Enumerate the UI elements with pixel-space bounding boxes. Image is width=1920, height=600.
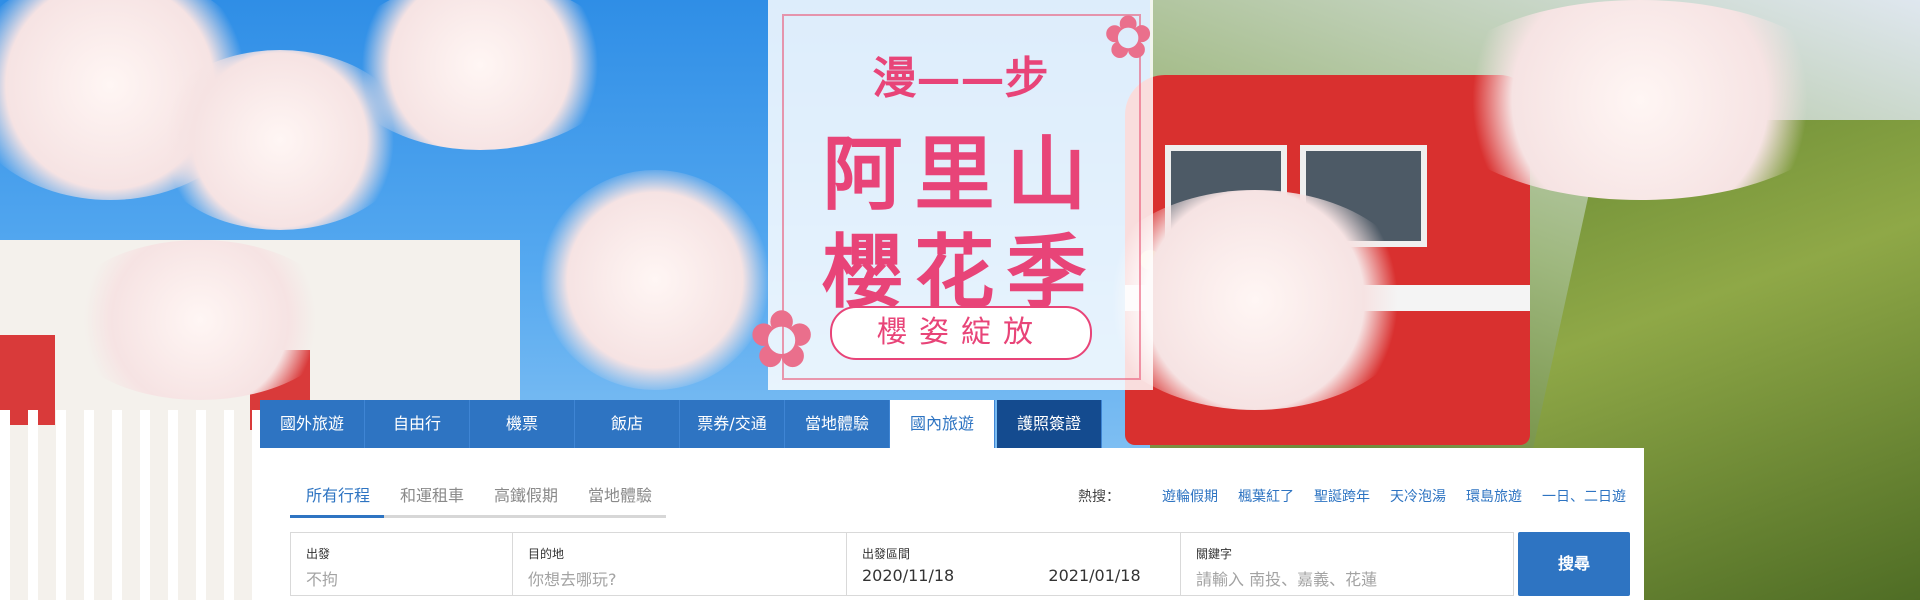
depart-label: 出發 — [306, 547, 331, 561]
hot-search-link[interactable]: 天冷泡湯 — [1390, 486, 1446, 506]
hot-search-link[interactable]: 楓葉紅了 — [1238, 486, 1294, 506]
hot-search-link[interactable]: 環島旅遊 — [1466, 486, 1522, 506]
cherry-flower-icon: ✿ — [1103, 3, 1154, 73]
date-end[interactable]: 2021/01/18 — [1048, 566, 1140, 585]
promo-line-1: 漫——步 — [872, 53, 1049, 104]
destination-field[interactable]: 目的地 你想去哪玩? — [513, 533, 847, 595]
promo-tagline: 櫻姿綻放 — [830, 306, 1092, 360]
tab-passport-visa[interactable]: 護照簽證 — [997, 400, 1102, 448]
keyword-placeholder: 請輸入 南投、嘉義、花蓮 — [1196, 570, 1378, 589]
cherry-flower-icon: ✿ — [748, 293, 816, 386]
subtab-hsr-holiday[interactable]: 高鐵假期 — [478, 482, 572, 515]
hot-search: 熱搜： 遊輪假期 楓葉紅了 聖誕跨年 天冷泡湯 環島旅遊 一日、二日遊 — [1078, 486, 1626, 506]
tab-flights[interactable]: 機票 — [470, 400, 575, 448]
tab-domestic[interactable]: 國內旅遊 — [890, 400, 995, 448]
cherry-blossom — [540, 170, 770, 390]
keyword-field[interactable]: 關鍵字 請輸入 南投、嘉義、花蓮 — [1181, 533, 1513, 595]
search-form: 出發 不拘 目的地 你想去哪玩? 出發區間 2020/11/18 2021/01… — [290, 532, 1514, 596]
hot-search-link[interactable]: 遊輪假期 — [1162, 486, 1218, 506]
date-range-field[interactable]: 出發區間 2020/11/18 2021/01/18 — [847, 533, 1181, 595]
depart-value: 不拘 — [306, 570, 339, 589]
promo-card[interactable]: 漫——步 阿里山 櫻花季 櫻姿綻放 ✿ ✿ — [748, 0, 1154, 390]
depart-field[interactable]: 出發 不拘 — [291, 533, 513, 595]
cherry-blossom — [60, 240, 340, 400]
subtab-bar: 所有行程 和運租車 高鐵假期 當地體驗 — [290, 482, 667, 518]
date-range-values: 2020/11/18 2021/01/18 — [862, 566, 1180, 585]
search-button[interactable]: 搜尋 — [1518, 532, 1630, 596]
destination-placeholder: 你想去哪玩? — [528, 570, 617, 589]
tab-overseas[interactable]: 國外旅遊 — [260, 400, 365, 448]
destination-label: 目的地 — [528, 547, 565, 561]
subtab-all-tours[interactable]: 所有行程 — [290, 482, 385, 518]
date-range-label: 出發區間 — [862, 547, 911, 561]
hot-search-label: 熱搜： — [1078, 489, 1120, 505]
product-tabs: 國外旅遊 自由行 機票 飯店 票券/交通 當地體驗 國內旅遊 護照簽證 — [260, 400, 1102, 448]
date-start[interactable]: 2020/11/18 — [862, 566, 954, 585]
cherry-blossom — [1430, 0, 1850, 200]
tab-local-experience[interactable]: 當地體驗 — [785, 400, 890, 448]
tab-tickets-transport[interactable]: 票券/交通 — [680, 400, 785, 448]
search-panel: 所有行程 和運租車 高鐵假期 當地體驗 熱搜： 遊輪假期 楓葉紅了 聖誕跨年 天… — [260, 448, 1644, 600]
subtab-car-rental[interactable]: 和運租車 — [384, 482, 478, 515]
hot-search-link[interactable]: 聖誕跨年 — [1314, 486, 1370, 506]
hot-search-link[interactable]: 一日、二日遊 — [1542, 486, 1626, 506]
keyword-label: 關鍵字 — [1196, 547, 1233, 561]
white-fence — [0, 410, 260, 600]
tab-free-travel[interactable]: 自由行 — [365, 400, 470, 448]
subtab-local-experience[interactable]: 當地體驗 — [572, 482, 666, 515]
tab-hotels[interactable]: 飯店 — [575, 400, 680, 448]
